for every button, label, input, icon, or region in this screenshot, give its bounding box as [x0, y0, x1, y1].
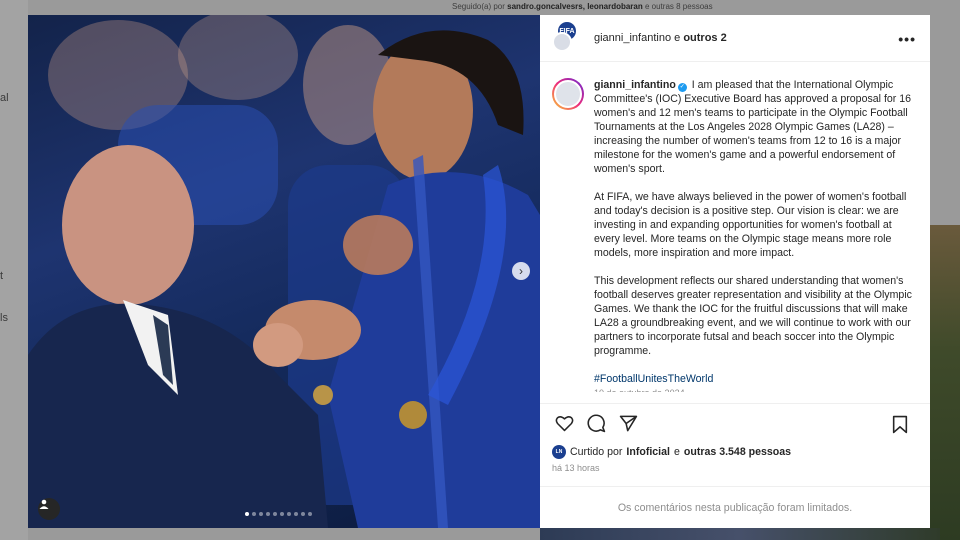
- carousel-dot: [308, 512, 312, 516]
- caption-paragraph-3: This development reflects our shared und…: [594, 275, 912, 357]
- author-username[interactable]: gianni_infantino: [594, 32, 671, 44]
- chevron-right-icon: ›: [519, 264, 523, 278]
- carousel-dot: [294, 512, 298, 516]
- background-followed-by: Seguido(a) por sandro.goncalvesrs, leona…: [452, 2, 713, 11]
- person-icon: [39, 499, 49, 509]
- next-photo-button[interactable]: ›: [512, 262, 530, 280]
- comment-button[interactable]: [584, 412, 608, 436]
- carousel-dot: [301, 512, 305, 516]
- caption-username[interactable]: gianni_infantino: [594, 79, 676, 91]
- liker-username[interactable]: Infoficial: [626, 446, 670, 458]
- background-text-fragment: ls: [0, 312, 8, 324]
- bookmark-icon: [892, 415, 908, 433]
- post-header: FIFA gianni_infantino e outros 2 •••: [540, 15, 930, 62]
- carousel-dot: [280, 512, 284, 516]
- caption-paragraph-1: I am pleased that the International Olym…: [594, 79, 912, 175]
- tagged-people-button[interactable]: [38, 498, 60, 520]
- post-caption: gianni_infantino ✓ I am pleased that the …: [594, 78, 912, 403]
- comment-icon: [587, 414, 605, 433]
- collaborators-link[interactable]: outros 2: [683, 32, 726, 44]
- carousel-dot: [287, 512, 291, 516]
- carousel-dot: [252, 512, 256, 516]
- caption-overflow-text: 10 de outubro de 2024: [594, 386, 912, 392]
- caption-paragraph-2: At FIFA, we have always believed in the …: [594, 191, 907, 259]
- like-button[interactable]: [552, 412, 576, 436]
- post-side-panel: FIFA gianni_infantino e outros 2 ••• gia…: [540, 15, 930, 528]
- comments-limited-notice: Os comentários nesta publicação foram li…: [540, 486, 930, 528]
- carousel-dot: [245, 512, 249, 516]
- likes-count-link[interactable]: outras 3.548 pessoas: [684, 446, 791, 458]
- caption-scroll-area[interactable]: gianni_infantino ✓ I am pleased that the …: [540, 62, 930, 403]
- carousel-indicator: [245, 512, 312, 516]
- post-photo: [28, 15, 540, 528]
- likes-summary: LN Curtido por Infoficial e outras 3.548…: [540, 443, 930, 459]
- post-actions: [540, 403, 930, 443]
- send-icon: [619, 415, 637, 432]
- post-modal: › FIFA gianni_infantino e outros 2 ••• g…: [28, 15, 930, 528]
- more-horizontal-icon[interactable]: •••: [898, 31, 916, 47]
- post-timestamp[interactable]: há 13 horas: [540, 459, 930, 486]
- heart-icon: [555, 416, 573, 432]
- background-text-fragment: t: [0, 270, 4, 282]
- background-right-image: [930, 225, 960, 540]
- verified-badge-icon: ✓: [677, 83, 687, 92]
- share-button[interactable]: [616, 412, 640, 436]
- collab-avatars[interactable]: FIFA: [552, 22, 584, 54]
- background-bottom-image: [540, 528, 940, 540]
- carousel-dot: [273, 512, 277, 516]
- background-left-strip: al t ls: [0, 0, 28, 540]
- carousel-dot: [266, 512, 270, 516]
- liker-avatar[interactable]: LN: [552, 445, 566, 459]
- post-media[interactable]: ›: [28, 15, 540, 528]
- background-text-fragment: al: [0, 92, 9, 104]
- carousel-dot: [259, 512, 263, 516]
- post-author[interactable]: gianni_infantino e outros 2: [594, 32, 727, 44]
- hashtag-link[interactable]: #FootballUnitesTheWorld: [594, 372, 912, 386]
- caption-avatar[interactable]: [552, 78, 584, 110]
- user-avatar: [552, 32, 572, 52]
- save-button[interactable]: [888, 412, 912, 436]
